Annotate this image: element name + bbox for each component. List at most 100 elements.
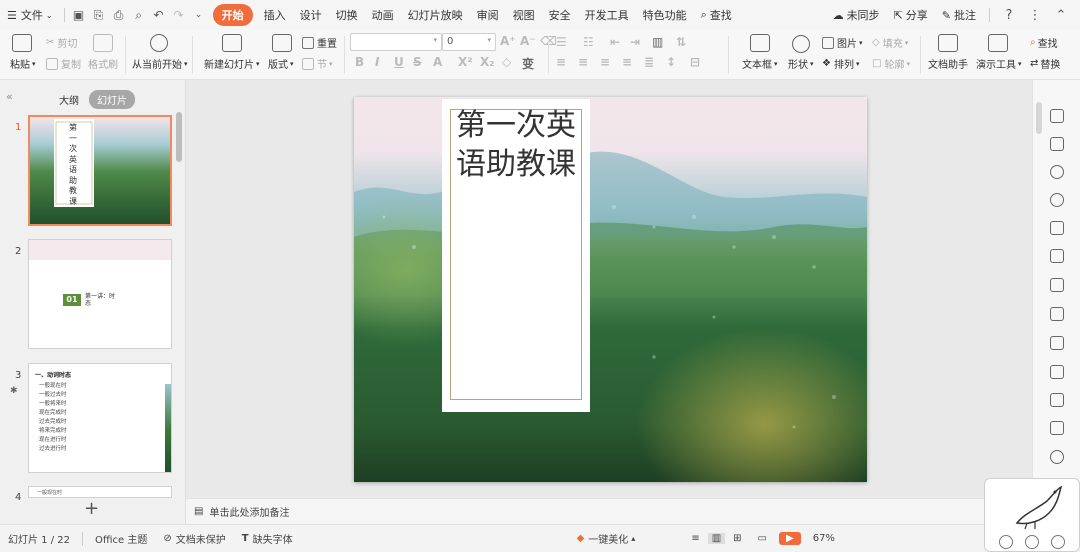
italic-icon[interactable]: I bbox=[375, 55, 379, 69]
cut-button[interactable]: ✂ 剪切 bbox=[46, 35, 77, 50]
new-slide-button[interactable]: 新建幻灯片 ▾ bbox=[204, 56, 260, 72]
text-box-icon[interactable] bbox=[750, 34, 770, 52]
subscript-icon[interactable]: X₂ bbox=[480, 55, 495, 69]
undo-icon[interactable]: ↶ bbox=[149, 5, 169, 25]
tab-security[interactable]: 安全 bbox=[542, 4, 578, 26]
text-direction-icon[interactable]: ⇅ bbox=[676, 35, 686, 49]
widget-button-1[interactable] bbox=[999, 535, 1013, 549]
audio-panel-icon[interactable] bbox=[1050, 450, 1064, 464]
slide-thumbnail-2[interactable]: 01 第一讲：时态 bbox=[28, 239, 172, 349]
settings-panel-icon[interactable] bbox=[1050, 307, 1064, 321]
font-color-icon[interactable]: A bbox=[433, 55, 442, 69]
tab-home[interactable]: 开始 bbox=[212, 4, 253, 26]
location-panel-icon[interactable] bbox=[1050, 193, 1064, 207]
customize-icon[interactable]: ⌄ bbox=[189, 5, 209, 25]
fill-button[interactable]: ◇ 填充 ▾ bbox=[872, 35, 908, 50]
help-icon[interactable]: ? bbox=[998, 8, 1020, 23]
new-slide-icon[interactable] bbox=[222, 34, 242, 52]
tab-slides[interactable]: 幻灯片 bbox=[89, 90, 135, 109]
export-icon[interactable]: ⎘ bbox=[89, 5, 109, 25]
save-icon[interactable]: ▣ bbox=[69, 5, 89, 25]
columns-icon[interactable]: ▥ bbox=[652, 35, 663, 49]
panel-scrollbar[interactable] bbox=[176, 112, 182, 162]
tab-outline[interactable]: 大纲 bbox=[59, 92, 79, 107]
sync-button[interactable]: ☁ 未同步 bbox=[828, 7, 885, 23]
tab-insert[interactable]: 插入 bbox=[257, 4, 293, 26]
decrease-indent-icon[interactable]: ⇤ bbox=[610, 35, 620, 49]
redo-icon[interactable]: ↷ bbox=[169, 5, 189, 25]
widget-button-2[interactable] bbox=[1025, 535, 1039, 549]
slide-title[interactable]: 第一次英语助教课 bbox=[450, 107, 582, 184]
arrange-button[interactable]: ❖ 排列 ▾ bbox=[822, 56, 859, 71]
notes-toggle-icon[interactable]: ≡ bbox=[683, 533, 707, 544]
copy-button[interactable]: 复制 bbox=[46, 56, 81, 71]
export-panel-icon[interactable] bbox=[1050, 365, 1064, 379]
reading-view-icon[interactable]: ▭ bbox=[750, 533, 775, 544]
bold-icon[interactable]: B bbox=[355, 55, 364, 69]
justify-icon[interactable]: ≡ bbox=[622, 55, 632, 69]
slide-thumbnail-4[interactable]: 一般现在时 bbox=[28, 486, 172, 498]
beautify-button[interactable]: ◆ 一键美化 ▴ bbox=[569, 531, 644, 546]
strikethrough-icon[interactable]: S bbox=[413, 55, 422, 69]
preview-icon[interactable]: ⌕ bbox=[129, 5, 149, 25]
font-name-select[interactable]: ▾ bbox=[350, 33, 442, 51]
paste-button[interactable]: 粘贴 ▾ bbox=[10, 56, 36, 72]
align-text-icon[interactable]: ⊟ bbox=[690, 55, 700, 69]
search-button[interactable]: ⌕ 查找 bbox=[694, 4, 739, 26]
find-button[interactable]: ⌕ 查找 bbox=[1030, 35, 1058, 50]
archive-panel-icon[interactable] bbox=[1050, 393, 1064, 407]
tab-review[interactable]: 审阅 bbox=[470, 4, 506, 26]
widget-button-3[interactable] bbox=[1051, 535, 1065, 549]
present-tools-button[interactable]: 演示工具 ▾ bbox=[976, 56, 1022, 72]
align-left-icon[interactable]: ≡ bbox=[556, 55, 566, 69]
tab-transition[interactable]: 切换 bbox=[329, 4, 365, 26]
normal-view-icon[interactable]: ▥ bbox=[707, 533, 726, 544]
tab-special[interactable]: 特色功能 bbox=[636, 4, 694, 26]
animation-panel-icon[interactable] bbox=[1050, 165, 1064, 179]
phonetic-icon[interactable]: 变 bbox=[522, 55, 534, 72]
layout-button[interactable]: 版式 ▾ bbox=[268, 56, 294, 72]
more-icon[interactable]: ⋮ bbox=[1024, 8, 1046, 23]
grow-font-icon[interactable]: A⁺ bbox=[500, 34, 516, 48]
doc-helper-icon[interactable] bbox=[938, 34, 958, 52]
increase-indent-icon[interactable]: ⇥ bbox=[630, 35, 640, 49]
notes-pane[interactable]: ▤ 单击此处添加备注 bbox=[186, 498, 1032, 524]
shape-button[interactable]: 形状 ▾ bbox=[788, 56, 814, 72]
sorter-view-icon[interactable]: ⊞ bbox=[725, 533, 749, 544]
slideshow-button[interactable]: ▶ bbox=[779, 532, 801, 545]
copy-panel-icon[interactable] bbox=[1050, 137, 1064, 151]
section-button[interactable]: 节 ▾ bbox=[302, 56, 333, 71]
tab-view[interactable]: 视图 bbox=[506, 4, 542, 26]
print-icon[interactable]: ⎙ bbox=[109, 5, 129, 25]
numbering-icon[interactable]: ☷ bbox=[583, 35, 594, 49]
collapse-panel-icon[interactable]: « bbox=[6, 90, 13, 103]
font-size-select[interactable]: 0 ▾ bbox=[442, 33, 496, 51]
underline-icon[interactable]: U bbox=[394, 55, 404, 69]
doc-helper-button[interactable]: 文档助手 bbox=[928, 56, 968, 71]
zoom-value[interactable]: 67% bbox=[805, 533, 843, 544]
sidebar-scrollbar[interactable] bbox=[1036, 102, 1042, 134]
replace-button[interactable]: ⇄ 替换 bbox=[1030, 56, 1060, 71]
tab-slideshow[interactable]: 幻灯片放映 bbox=[401, 4, 470, 26]
image-panel-icon[interactable] bbox=[1050, 421, 1064, 435]
assistant-widget[interactable] bbox=[984, 478, 1080, 552]
picture-button[interactable]: 图片 ▾ bbox=[822, 35, 863, 50]
distribute-icon[interactable]: ≣ bbox=[644, 55, 654, 69]
paste-icon[interactable] bbox=[12, 34, 32, 52]
from-current-button[interactable]: 从当前开始 ▾ bbox=[132, 56, 188, 72]
shapes-panel-icon[interactable] bbox=[1050, 109, 1064, 123]
shrink-font-icon[interactable]: A⁻ bbox=[520, 34, 536, 48]
grid-panel-icon[interactable] bbox=[1050, 249, 1064, 263]
shapes-icon[interactable] bbox=[792, 35, 810, 53]
line-spacing-icon[interactable]: ↕ bbox=[666, 55, 676, 69]
share-button[interactable]: ⇱ 分享 bbox=[889, 7, 933, 23]
comment-button[interactable]: ✎ 批注 bbox=[937, 7, 981, 23]
table-panel-icon[interactable] bbox=[1050, 221, 1064, 235]
missing-font-button[interactable]: T 缺失字体 bbox=[234, 531, 301, 546]
align-right-icon[interactable]: ≡ bbox=[600, 55, 610, 69]
tab-animation[interactable]: 动画 bbox=[365, 4, 401, 26]
collapse-ribbon-icon[interactable]: ⌃ bbox=[1050, 8, 1072, 23]
slide-thumbnail-1[interactable]: 第一次英语助教课 bbox=[28, 115, 172, 226]
text-box-button[interactable]: 文本框 ▾ bbox=[742, 56, 778, 72]
align-center-icon[interactable]: ≡ bbox=[578, 55, 588, 69]
